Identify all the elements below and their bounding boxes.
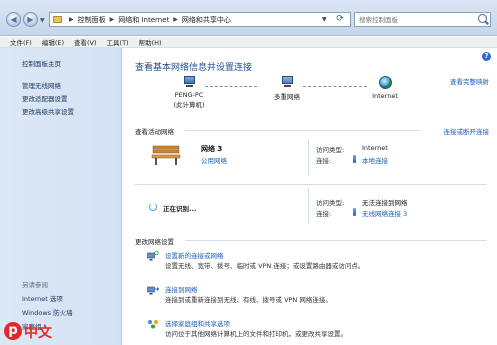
computer-icon [182, 76, 196, 88]
wireless-signal-icon [353, 208, 356, 216]
access-type-value: 无法连接到网络 [362, 199, 408, 207]
computer-name: PENG-PC [174, 91, 204, 99]
chevron-right-icon: ▶ [69, 16, 74, 23]
menu-help[interactable]: 帮助(H) [139, 37, 162, 47]
connection-label: 连接: [316, 157, 332, 165]
map-node-multiple-networks: 多重网络 [257, 76, 317, 101]
homegroup-sharing-desc: 访问位于其他网络计算机上的文件和打印机，或更改共享设置。 [165, 330, 347, 338]
task-setup-connection[interactable]: 设置新的连接或网络 设置无线、宽带、拨号、临时或 VPN 连接；或设置路由器或访… [135, 250, 485, 274]
loading-spinner-icon [149, 203, 157, 211]
connect-network-link[interactable]: 连接到网络 [165, 284, 198, 294]
change-settings-heading: 更改网络设置 [135, 238, 174, 246]
identifying-label: 正在识别... [163, 205, 197, 213]
forward-button[interactable]: ▶ [23, 12, 38, 27]
breadcrumb-network-internet[interactable]: 网络和 Internet [118, 15, 169, 25]
park-bench-icon [151, 145, 181, 165]
address-bar: ◀ ▶ ▼ ▶ 控制面板 ▶ 网络和 Internet ▶ 网络和共享中心 ▼ … [0, 0, 497, 36]
new-connection-icon [147, 250, 159, 261]
chevron-right-icon: ▶ [109, 16, 115, 23]
vertical-divider [308, 188, 309, 224]
back-button[interactable]: ◀ [6, 12, 21, 27]
ethernet-icon [353, 155, 356, 163]
network-card-2: 正在识别... 访问类型: 无法连接到网络 连接: 无线网络连接 3 [135, 188, 487, 224]
search-input[interactable] [355, 13, 473, 26]
map-connector [205, 86, 257, 87]
homegroup-sharing-link[interactable]: 选择家庭组和共享选项 [165, 318, 230, 328]
address-dropdown-icon[interactable]: ▼ [322, 13, 327, 26]
main-panel: ? 查看基本网络信息并设置连接 查看完整映射 PENG-PC (此计算机) 多重… [123, 48, 497, 345]
map-node-computer: PENG-PC (此计算机) [159, 76, 219, 109]
access-type-value: Internet [362, 144, 388, 152]
menu-bar: 文件(F) 编辑(E) 查看(V) 工具(T) 帮助(H) [0, 37, 497, 48]
watermark-text: 中文网 [24, 325, 52, 341]
sidebar-item-internet-options[interactable]: Internet 选项 [22, 293, 63, 303]
vertical-divider [308, 140, 309, 176]
breadcrumb[interactable]: ▶ 控制面板 ▶ 网络和 Internet ▶ 网络和共享中心 [49, 12, 351, 27]
sidebar: 控制面板主页 管理无线网络 更改适配器设置 更改高级共享设置 另请参阅 Inte… [0, 48, 122, 345]
menu-view[interactable]: 查看(V) [74, 37, 97, 47]
task-connect-network[interactable]: 连接到网络 连接到或重新连接到无线、有线、拨号或 VPN 网络连接。 [135, 284, 485, 308]
menu-file[interactable]: 文件(F) [10, 37, 32, 47]
computer-sub: (此计算机) [173, 101, 205, 109]
refresh-icon[interactable]: ⟳ [332, 13, 348, 26]
globe-icon [378, 76, 392, 89]
see-also-heading: 另请参阅 [22, 281, 48, 289]
setup-connection-desc: 设置无线、宽带、拨号、临时或 VPN 连接；或设置路由器或访问点。 [165, 262, 365, 270]
multiple-networks-label: 多重网络 [274, 93, 300, 101]
access-type-label: 访问类型: [316, 146, 345, 154]
homegroup-icon [148, 320, 158, 329]
php-logo-icon: p [4, 322, 22, 340]
internet-label: Internet [372, 92, 398, 100]
breadcrumb-control-panel[interactable]: 控制面板 [78, 15, 106, 25]
access-type-label: 访问类型: [316, 199, 345, 207]
sidebar-item-manage-wireless[interactable]: 管理无线网络 [22, 80, 61, 90]
network-type-link[interactable]: 公用网络 [201, 155, 227, 165]
recent-pages-dropdown[interactable]: ▼ [40, 17, 45, 24]
see-full-map-link[interactable]: 查看完整映射 [450, 76, 489, 86]
control-panel-icon [53, 16, 62, 23]
local-connection-link[interactable]: 本地连接 [362, 155, 388, 165]
wireless-connection-link[interactable]: 无线网络连接 3 [362, 208, 407, 218]
connect-disconnect-link[interactable]: 连接或断开连接 [444, 126, 490, 136]
section-divider [185, 240, 487, 241]
help-icon[interactable]: ? [482, 52, 491, 61]
connect-network-icon [147, 286, 159, 295]
network-card-1: 网络 3 公用网络 访问类型: Internet 连接: 本地连接 [135, 140, 487, 180]
connection-label: 连接: [316, 210, 332, 218]
sidebar-item-control-panel-home[interactable]: 控制面板主页 [22, 58, 61, 68]
search-box[interactable] [354, 12, 491, 27]
setup-connection-link[interactable]: 设置新的连接或网络 [165, 250, 224, 260]
map-node-internet: Internet [355, 76, 415, 100]
active-networks-heading: 查看活动网络 [135, 128, 174, 136]
sidebar-item-change-adapter[interactable]: 更改适配器设置 [22, 93, 68, 103]
page-title: 查看基本网络信息并设置连接 [135, 63, 253, 73]
menu-tools[interactable]: 工具(T) [107, 37, 129, 47]
section-divider [185, 130, 421, 131]
php-cn-watermark-logo: p 中文网 [2, 318, 62, 344]
search-icon[interactable] [478, 14, 487, 23]
network-icon [280, 76, 294, 88]
connect-network-desc: 连接到或重新连接到无线、有线、拨号或 VPN 网络连接。 [165, 296, 332, 304]
network-name: 网络 3 [201, 145, 223, 153]
section-divider [135, 184, 487, 185]
breadcrumb-network-sharing-center[interactable]: 网络和共享中心 [182, 15, 231, 25]
task-homegroup-sharing[interactable]: 选择家庭组和共享选项 访问位于其他网络计算机上的文件和打印机，或更改共享设置。 [135, 318, 485, 342]
sidebar-item-windows-firewall[interactable]: Windows 防火墙 [22, 307, 73, 317]
chevron-right-icon: ▶ [173, 16, 178, 23]
sidebar-item-advanced-sharing[interactable]: 更改高级共享设置 [22, 106, 74, 116]
menu-edit[interactable]: 编辑(E) [42, 37, 64, 47]
